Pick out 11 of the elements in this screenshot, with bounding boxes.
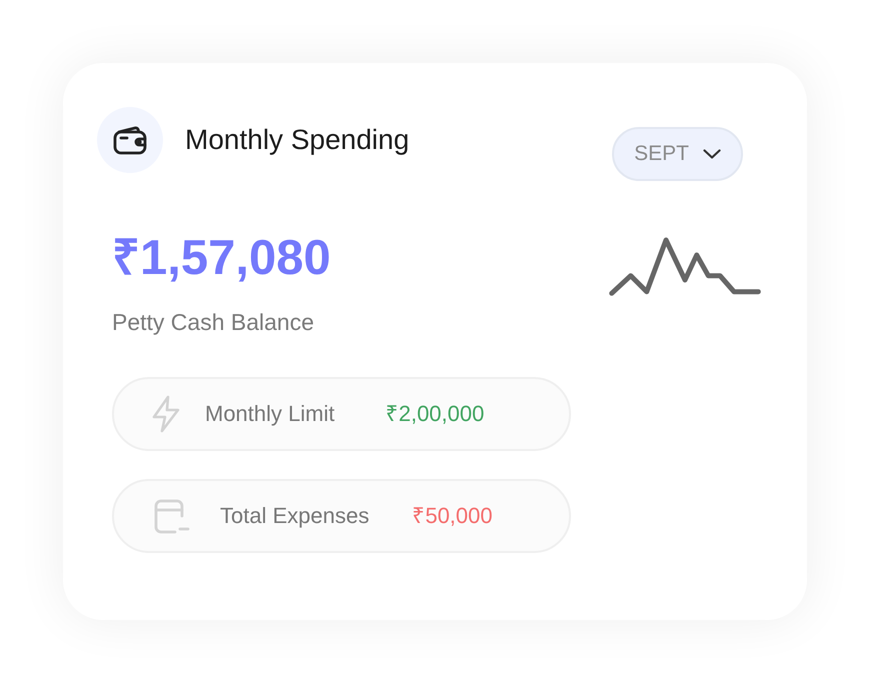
month-dropdown[interactable]: SEPT <box>612 127 743 181</box>
stat-value: ₹50,000 <box>412 505 492 527</box>
balance-amount: ₹1,57,080 <box>112 234 331 283</box>
card-title: Monthly Spending <box>185 126 410 154</box>
stat-label: Total Expenses <box>220 505 370 527</box>
lightning-icon <box>151 395 181 433</box>
chevron-down-icon <box>702 149 721 159</box>
stat-value: ₹2,00,000 <box>386 403 484 425</box>
balance-label: Petty Cash Balance <box>112 311 314 334</box>
stat-label: Monthly Limit <box>205 403 335 425</box>
card-minus-icon <box>154 498 190 534</box>
